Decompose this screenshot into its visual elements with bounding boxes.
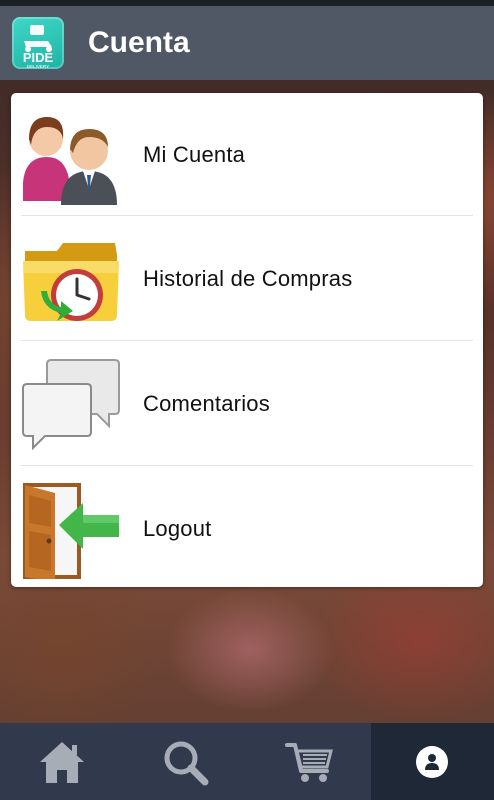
divider: [21, 340, 473, 341]
menu-item-label: Logout: [143, 515, 212, 541]
menu-item-historial-compras[interactable]: Historial de Compras: [11, 217, 483, 340]
logo-subtext: DELIVERY: [27, 64, 49, 69]
divider: [21, 215, 473, 216]
history-folder-icon: [21, 229, 121, 329]
home-icon: [39, 741, 84, 783]
page-title: Cuenta: [88, 26, 190, 59]
cart-icon: [284, 742, 333, 782]
app-bar: PIDE DELIVERY Cuenta: [0, 6, 494, 80]
menu-item-label: Comentarios: [143, 390, 270, 416]
tab-search[interactable]: [124, 723, 248, 800]
chat-bubbles-icon: [21, 354, 121, 454]
account-menu-card: Mi Cuenta Historial de Compras Comentari…: [11, 93, 483, 587]
tab-home[interactable]: [0, 723, 124, 800]
menu-item-comentarios[interactable]: Comentarios: [11, 342, 483, 465]
tab-account[interactable]: [370, 723, 494, 800]
menu-item-mi-cuenta[interactable]: Mi Cuenta: [11, 93, 483, 216]
menu-item-label: Historial de Compras: [143, 265, 353, 291]
logout-door-icon: [21, 479, 121, 583]
menu-item-logout[interactable]: Logout: [11, 467, 483, 590]
account-icon: [416, 745, 449, 778]
bottom-navigation: [0, 723, 494, 800]
search-icon: [164, 741, 209, 785]
menu-item-label: Mi Cuenta: [143, 141, 246, 167]
logo-text: PIDE: [23, 50, 54, 65]
users-icon: [21, 105, 121, 205]
tab-cart[interactable]: [247, 723, 371, 800]
app-logo: PIDE DELIVERY: [12, 17, 64, 69]
divider: [21, 465, 473, 466]
